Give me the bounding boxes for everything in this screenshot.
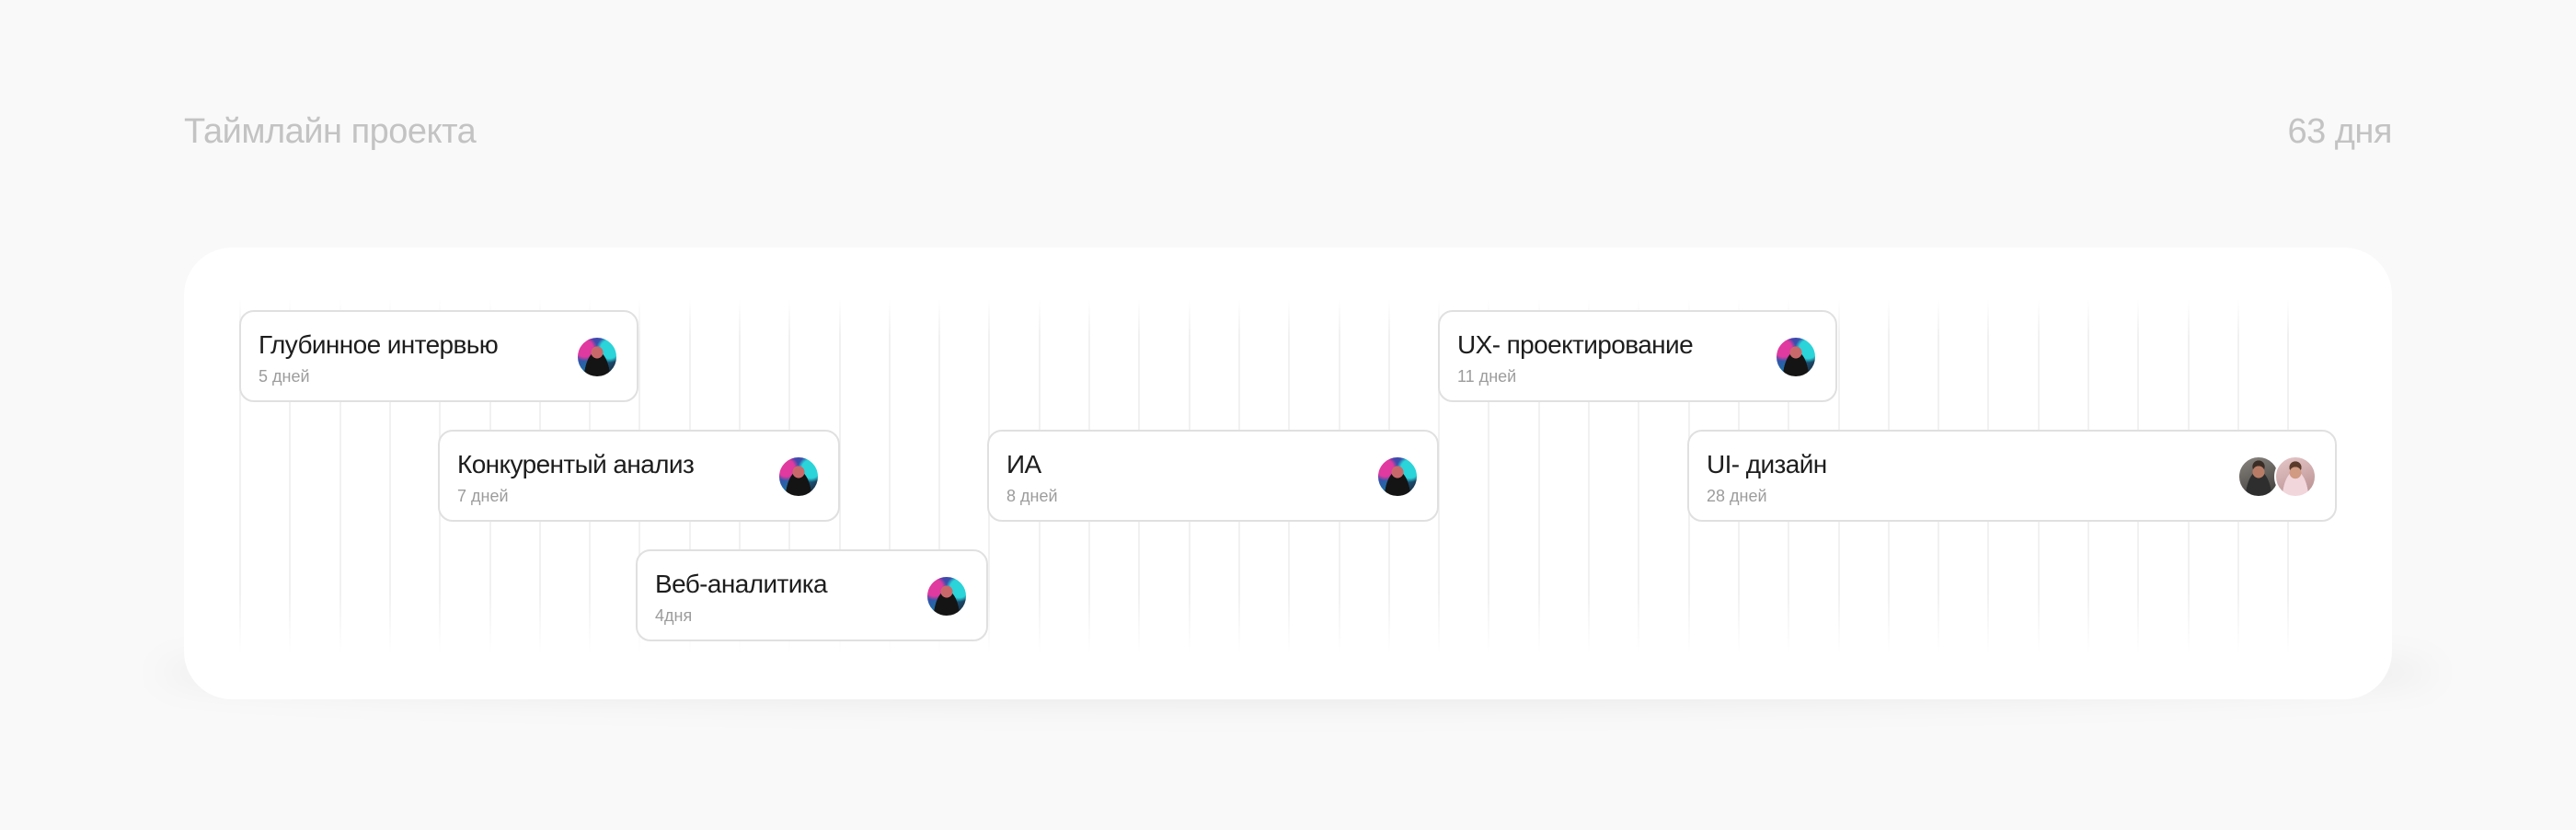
avatar[interactable] xyxy=(576,336,618,378)
assignee-group xyxy=(777,455,820,498)
assignee-group xyxy=(2237,455,2317,498)
task-name: Конкурентый анализ xyxy=(457,450,695,478)
task-card-ia[interactable]: ИА 8 дней xyxy=(987,430,1439,522)
task-duration: 28 дней xyxy=(1707,487,1767,505)
task-name: Веб-аналитика xyxy=(655,570,828,598)
task-name: UX- проектирование xyxy=(1457,330,1694,359)
avatar[interactable] xyxy=(2274,455,2317,498)
task-duration: 7 дней xyxy=(457,487,509,505)
task-card-competitive-analysis[interactable]: Конкурентый анализ 7 дней xyxy=(438,430,840,522)
task-card-ux-design[interactable]: UX- проектирование 11 дней xyxy=(1438,310,1837,402)
task-name: ИА xyxy=(1006,450,1041,478)
task-card-depth-interview[interactable]: Глубинное интервью 5 дней xyxy=(239,310,638,402)
assignee-group xyxy=(576,336,618,378)
avatar[interactable] xyxy=(926,575,968,617)
task-name: UI- дизайн xyxy=(1707,450,1827,478)
page-title: Таймлайн проекта xyxy=(184,112,477,151)
avatar[interactable] xyxy=(777,455,820,498)
task-duration: 5 дней xyxy=(259,367,310,386)
task-duration: 8 дней xyxy=(1006,487,1058,505)
avatar[interactable] xyxy=(1376,455,1419,498)
task-card-web-analytics[interactable]: Веб-аналитика 4дня xyxy=(636,549,988,641)
avatar[interactable] xyxy=(1775,336,1817,378)
assignee-group xyxy=(1775,336,1817,378)
assignee-group xyxy=(1376,455,1419,498)
total-duration: 63 дня xyxy=(2287,112,2392,151)
task-name: Глубинное интервью xyxy=(259,330,499,359)
assignee-group xyxy=(926,575,968,617)
task-duration: 11 дней xyxy=(1457,367,1517,386)
task-card-ui-design[interactable]: UI- дизайн 28 дней xyxy=(1687,430,2337,522)
task-duration: 4дня xyxy=(655,606,693,625)
timeline-header: Таймлайн проекта 63 дня xyxy=(184,112,2392,156)
